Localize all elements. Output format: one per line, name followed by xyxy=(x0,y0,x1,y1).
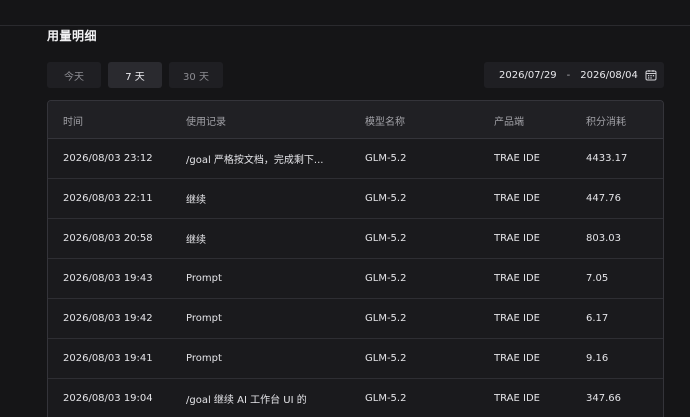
cell-record: 继续 xyxy=(186,195,206,206)
range-tab-7-days[interactable]: 7 天 xyxy=(108,62,162,88)
cell-model: GLM-5.2 xyxy=(365,153,407,164)
cell-record: Prompt xyxy=(186,353,222,364)
table-header: 时间 使用记录 模型名称 产品端 积分消耗 xyxy=(48,101,663,139)
cell-time: 2026/08/03 20:58 xyxy=(63,233,153,244)
cell-record: /goal 继续 AI 工作台 UI 的 xyxy=(186,395,307,406)
cell-points: 9.16 xyxy=(586,353,609,364)
cell-model: GLM-5.2 xyxy=(365,353,407,364)
column-header-model: 模型名称 xyxy=(365,117,405,128)
cell-product: TRAE IDE xyxy=(494,153,540,164)
cell-model: GLM-5.2 xyxy=(365,273,407,284)
range-tab-today[interactable]: 今天 xyxy=(47,62,101,88)
section-title: 用量明细 xyxy=(47,29,98,43)
cell-points: 7.05 xyxy=(586,273,609,284)
cell-time: 2026/08/03 23:12 xyxy=(63,153,153,164)
cell-product: TRAE IDE xyxy=(494,393,540,404)
cell-product: TRAE IDE xyxy=(494,233,540,244)
cell-product: TRAE IDE xyxy=(494,193,540,204)
cell-points: 6.17 xyxy=(586,313,609,324)
date-range-end: 2026/08/04 xyxy=(580,69,638,81)
top-divider xyxy=(0,25,690,26)
cell-time: 2026/08/03 19:04 xyxy=(63,393,153,404)
cell-model: GLM-5.2 xyxy=(365,313,407,324)
table-row[interactable]: 2026/08/03 23:12 /goal 严格按文档，完成剩下... GLM… xyxy=(48,139,663,179)
range-tabs: 今天 7 天 30 天 xyxy=(47,62,223,88)
table-row[interactable]: 2026/08/03 19:43 Prompt GLM-5.2 TRAE IDE… xyxy=(48,259,663,299)
cell-model: GLM-5.2 xyxy=(365,193,407,204)
cell-record: Prompt xyxy=(186,313,222,324)
table-row[interactable]: 2026/08/03 19:41 Prompt GLM-5.2 TRAE IDE… xyxy=(48,339,663,379)
date-range-picker[interactable]: 2026/07/29 - 2026/08/04 xyxy=(484,62,664,88)
cell-product: TRAE IDE xyxy=(494,313,540,324)
cell-product: TRAE IDE xyxy=(494,353,540,364)
column-header-record: 使用记录 xyxy=(186,117,226,128)
cell-model: GLM-5.2 xyxy=(365,393,407,404)
table-row[interactable]: 2026/08/03 19:04 /goal 继续 AI 工作台 UI 的 GL… xyxy=(48,379,663,417)
date-range-start: 2026/07/29 xyxy=(499,69,557,81)
cell-model: GLM-5.2 xyxy=(365,233,407,244)
range-tab-30-days[interactable]: 30 天 xyxy=(169,62,223,88)
cell-time: 2026/08/03 22:11 xyxy=(63,193,153,204)
cell-points: 803.03 xyxy=(586,233,621,244)
cell-points: 347.66 xyxy=(586,393,621,404)
usage-details-page: 用量明细 今天 7 天 30 天 2026/07/29 - 2026/08/04… xyxy=(0,0,690,417)
cell-record: 继续 xyxy=(186,235,206,246)
column-header-time: 时间 xyxy=(63,117,83,128)
table-row[interactable]: 2026/08/03 19:42 Prompt GLM-5.2 TRAE IDE… xyxy=(48,299,663,339)
cell-time: 2026/08/03 19:41 xyxy=(63,353,153,364)
cell-record: Prompt xyxy=(186,273,222,284)
table-row[interactable]: 2026/08/03 22:11 继续 GLM-5.2 TRAE IDE 447… xyxy=(48,179,663,219)
cell-points: 4433.17 xyxy=(586,153,628,164)
cell-time: 2026/08/03 19:43 xyxy=(63,273,153,284)
column-header-product: 产品端 xyxy=(494,117,524,128)
cell-points: 447.76 xyxy=(586,193,621,204)
column-header-points: 积分消耗 xyxy=(586,117,626,128)
calendar-icon[interactable] xyxy=(645,69,657,81)
date-range-separator: - xyxy=(566,69,571,81)
cell-time: 2026/08/03 19:42 xyxy=(63,313,153,324)
cell-product: TRAE IDE xyxy=(494,273,540,284)
table-row[interactable]: 2026/08/03 20:58 继续 GLM-5.2 TRAE IDE 803… xyxy=(48,219,663,259)
usage-table: 时间 使用记录 模型名称 产品端 积分消耗 2026/08/03 23:12 /… xyxy=(47,100,664,417)
cell-record: /goal 严格按文档，完成剩下... xyxy=(186,155,324,166)
